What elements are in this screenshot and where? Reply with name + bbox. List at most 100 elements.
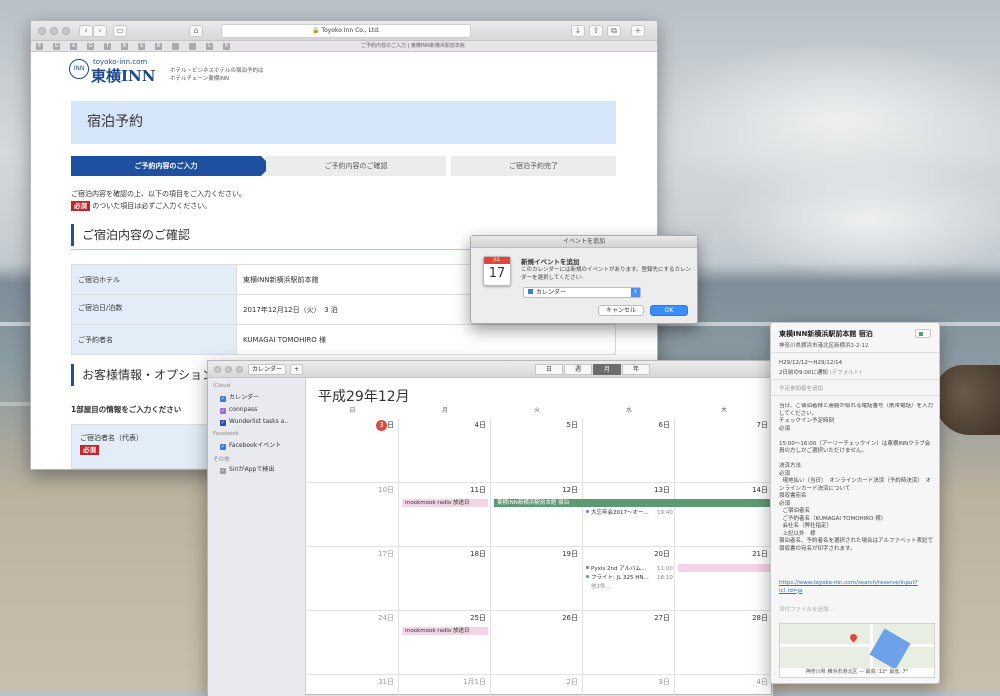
favorite-item[interactable]: E	[36, 43, 43, 50]
event-notes[interactable]: 当日、ご宿泊者様と連絡が取れる電話番号（携帯電話）を入力してください。 チェック…	[779, 403, 934, 593]
calendar-event[interactable]: Pyxis 2nd アルバム...	[586, 565, 646, 573]
zoom-button[interactable]	[62, 27, 70, 35]
calendar-color-picker[interactable]	[915, 329, 931, 338]
day-cell[interactable]: 28日	[675, 611, 773, 675]
calendar-select[interactable]: カレンダー ⇕	[523, 287, 641, 298]
view-year[interactable]: 年	[622, 364, 650, 375]
minimize-button[interactable]	[225, 366, 232, 373]
sidebar-item-connpass[interactable]: ✓ connpass	[220, 405, 257, 414]
favorite-item[interactable]: G	[87, 43, 94, 50]
day-cell[interactable]: 21日	[675, 547, 773, 611]
calendars-button[interactable]: カレンダー	[248, 364, 287, 375]
weekday-header: 月	[441, 407, 448, 414]
checkbox-icon[interactable]: ✓	[220, 396, 226, 402]
event-dates[interactable]: H29/12/12〜H29/12/14	[779, 358, 842, 366]
favorite-item[interactable]: G	[53, 43, 60, 50]
event-location[interactable]: 神奈川県横浜市港北区新横浜2-2-12	[779, 341, 868, 349]
favorite-item[interactable]: T	[104, 43, 111, 50]
day-cell[interactable]: 27日	[583, 611, 675, 675]
calendar-event[interactable]	[678, 564, 773, 572]
favorite-item[interactable]: A	[70, 43, 77, 50]
favorite-item[interactable]: S	[138, 43, 145, 50]
forward-button[interactable]: ›	[93, 25, 107, 37]
day-cell[interactable]: 17日	[306, 547, 399, 611]
favorite-item[interactable]	[189, 43, 196, 50]
share-button[interactable]: ⇪	[589, 25, 603, 37]
dialog-message: このカレンダーには新規のイベントがあります。登録先にするカレンダーを選択してくだ…	[521, 267, 692, 281]
day-cell[interactable]: 19日	[491, 547, 583, 611]
favorite-item[interactable]: B	[223, 43, 230, 50]
day-cell[interactable]: 7日	[675, 418, 773, 483]
event-title[interactable]: 東横INN新横浜駅前本館 宿泊	[779, 329, 873, 339]
favorite-item[interactable]: B	[155, 43, 162, 50]
select-value: カレンダー	[536, 289, 567, 296]
more-events-link[interactable]: 他2件...	[591, 583, 611, 591]
close-button[interactable]	[214, 366, 221, 373]
view-week[interactable]: 週	[564, 364, 592, 375]
day-number: 2日	[566, 678, 578, 686]
day-cell[interactable]: 12日	[491, 483, 583, 547]
day-cell[interactable]: 4日	[675, 675, 773, 696]
add-attachment[interactable]: 添付ファイルを追加...	[779, 605, 834, 613]
event-time: 18:10	[657, 575, 673, 581]
sidebar-item-wunderlist[interactable]: ✓ Wunderlist tasks a..	[220, 417, 288, 426]
day-number: 21日	[752, 550, 768, 558]
share-icon[interactable]: ⌂	[189, 25, 203, 37]
day-cell[interactable]: 3日	[583, 675, 675, 696]
location-map[interactable]: 神奈川県 横浜市港北区 — 最高: 12° 最低: 7°	[779, 623, 935, 678]
day-cell[interactable]: 5日	[491, 418, 583, 483]
tabs-button[interactable]: ⧉	[607, 25, 621, 37]
zoom-button[interactable]	[236, 366, 243, 373]
day-cell[interactable]: 24日	[306, 611, 399, 675]
day-cell[interactable]: 1月1日	[399, 675, 491, 696]
event-alert[interactable]: 2日前の9:00に通知 (デフォルト)	[779, 368, 861, 376]
calendar-event[interactable]: フライト: JL 325 HN...	[586, 574, 649, 582]
sidebar-item-siri[interactable]: ✓ SiriがAppで検出	[220, 465, 274, 474]
divider	[771, 352, 939, 353]
day-cell[interactable]: 26日	[491, 611, 583, 675]
address-bar[interactable]: 🔒 Toyoko Inn Co., Ltd.	[221, 24, 471, 38]
ok-button[interactable]: OK	[650, 305, 688, 316]
new-tab-icon[interactable]: +	[631, 25, 645, 37]
day-cell[interactable]: 18日	[399, 547, 491, 611]
favorite-item[interactable]: L	[206, 43, 213, 50]
view-day[interactable]: 日	[535, 364, 563, 375]
event-url[interactable]: https://www.toyoko-inn.com/search/reserv…	[779, 580, 929, 595]
day-cell[interactable]: 6日	[583, 418, 675, 483]
divider	[771, 395, 939, 396]
sidebar-item-calendar[interactable]: ✓ カレンダー	[220, 393, 259, 402]
view-month[interactable]: 月	[593, 364, 621, 375]
day-cell[interactable]: 14日	[675, 483, 773, 547]
calendar-event[interactable]: mookmook radio 放送日	[402, 499, 488, 507]
favorite-item[interactable]: B	[121, 43, 128, 50]
calendar-event[interactable]: mookmook radio 放送日	[402, 627, 488, 635]
day-cell[interactable]: 10日	[306, 483, 399, 547]
favorite-item[interactable]	[172, 43, 179, 50]
add-event-button[interactable]: +	[290, 364, 304, 375]
day-cell[interactable]: 25日	[399, 611, 491, 675]
checkbox-icon[interactable]: ✓	[220, 408, 226, 414]
calendar-window: カレンダー + 日 週 月 年 iCloud ✓ カレンダー ✓ connpass …	[207, 360, 773, 696]
day-cell[interactable]: 11日	[399, 483, 491, 547]
tab-title[interactable]: ご予約内容のご入力 | 東横INN新横浜駅前本館	[361, 42, 465, 49]
checkbox-icon[interactable]: ✓	[220, 444, 226, 450]
logo-brand: 東横INN	[91, 67, 156, 85]
day-cell[interactable]: 31日	[306, 675, 399, 696]
add-invitees[interactable]: 予定参加者を追加	[779, 384, 823, 392]
checkbox-icon[interactable]: ✓	[220, 420, 226, 426]
back-button[interactable]: ‹	[79, 25, 93, 37]
day-cell[interactable]: 4日	[399, 418, 491, 483]
calendar-event-hotel[interactable]: 東横INN新横浜駅前本館 宿泊	[494, 499, 773, 507]
minimize-button[interactable]	[50, 27, 58, 35]
day-cell[interactable]: 3日	[306, 418, 399, 483]
day-number: 11日	[470, 486, 486, 494]
day-number: 3日	[658, 678, 670, 686]
close-button[interactable]	[38, 27, 46, 35]
checkbox-icon[interactable]: ✓	[220, 468, 226, 474]
day-cell[interactable]: 2日	[491, 675, 583, 696]
cancel-button[interactable]: キャンセル	[598, 305, 644, 316]
event-detail-popover: 東横INN新横浜駅前本館 宿泊 神奈川県横浜市港北区新横浜2-2-12 H29/…	[770, 322, 940, 684]
sidebar-toggle-icon[interactable]: ▭	[113, 25, 127, 37]
sidebar-item-facebook-events[interactable]: ✓ Facebookイベント	[220, 441, 281, 450]
download-icon[interactable]: ↓	[571, 25, 585, 37]
